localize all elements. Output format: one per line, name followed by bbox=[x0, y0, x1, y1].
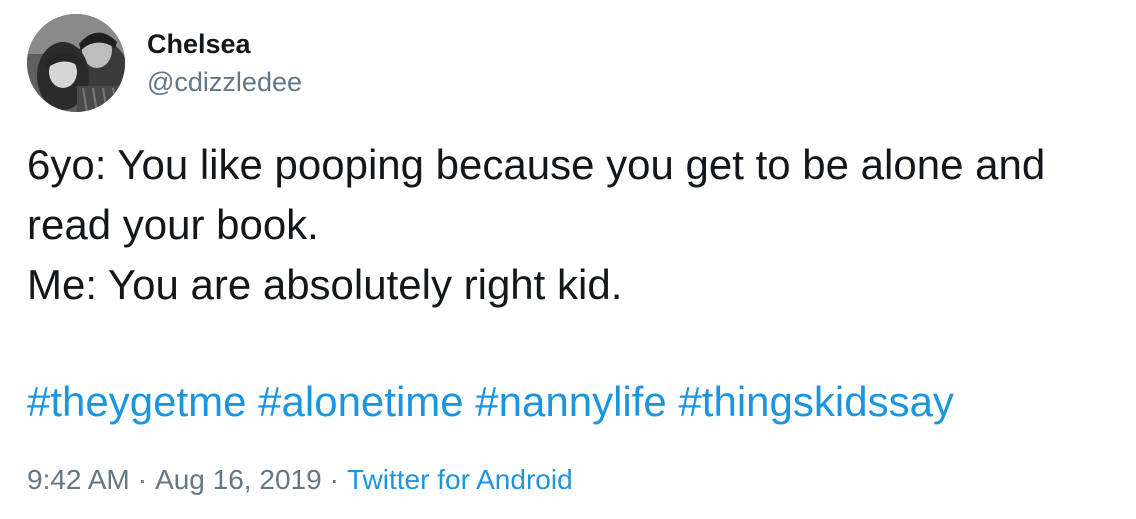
hashtag-link[interactable]: #nannylife bbox=[475, 378, 666, 425]
tweet-text: 6yo: You like pooping because you get to… bbox=[27, 135, 1117, 315]
tweet-text-line: Me: You are absolutely right kid. bbox=[27, 261, 623, 308]
tweet-header: Chelsea @cdizzledee bbox=[27, 14, 302, 112]
hashtag-link[interactable]: #thingskidssay bbox=[678, 378, 953, 425]
tweet-time[interactable]: 9:42 AM bbox=[27, 464, 130, 495]
hashtag-link[interactable]: #alonetime bbox=[258, 378, 463, 425]
meta-separator: · bbox=[137, 464, 148, 495]
tweet-text-line: 6yo: You like pooping because you get to… bbox=[27, 141, 1046, 188]
hashtag-list: #theygetme #alonetime #nannylife #things… bbox=[27, 374, 954, 430]
tweet-text-line: read your book. bbox=[27, 201, 319, 248]
author-names: Chelsea @cdizzledee bbox=[147, 28, 302, 98]
tweet-card: Chelsea @cdizzledee 6yo: You like poopin… bbox=[0, 0, 1136, 519]
tweet-meta: 9:42 AM · Aug 16, 2019 · Twitter for Android bbox=[27, 462, 573, 498]
tweet-source-link[interactable]: Twitter for Android bbox=[347, 464, 573, 495]
hashtag-link[interactable]: #theygetme bbox=[27, 378, 246, 425]
author-display-name[interactable]: Chelsea bbox=[147, 28, 302, 60]
avatar[interactable] bbox=[27, 14, 125, 112]
profile-photo-icon bbox=[27, 14, 125, 112]
tweet-date[interactable]: Aug 16, 2019 bbox=[155, 464, 322, 495]
meta-separator: · bbox=[329, 464, 339, 495]
author-handle[interactable]: @cdizzledee bbox=[147, 66, 302, 98]
